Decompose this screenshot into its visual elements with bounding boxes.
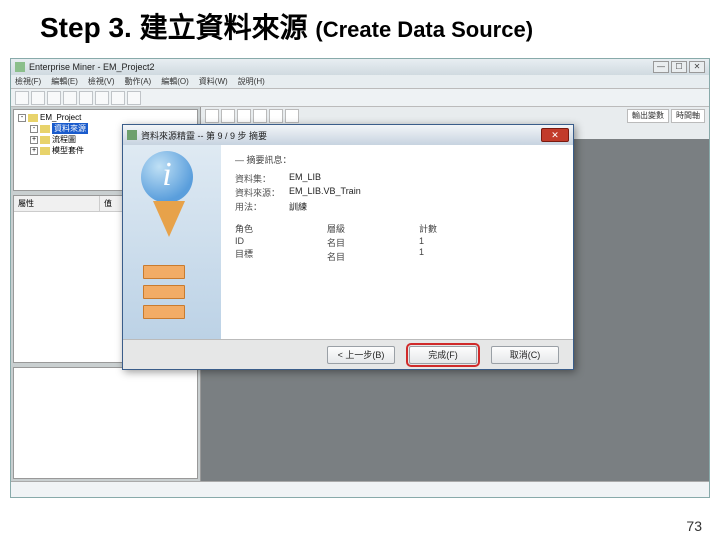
step-prefix: Step 3. [40, 12, 132, 43]
dialog-title: 資料來源精靈 -- 第 9 / 9 步 摘要 [141, 129, 267, 142]
arrow-down-icon [153, 201, 185, 237]
minimize-button[interactable]: — [653, 61, 669, 73]
menu-item[interactable]: 檢視(V) [88, 76, 115, 87]
props-col-name: 屬性 [14, 196, 100, 211]
expand-icon[interactable]: - [30, 125, 38, 133]
menu-item[interactable]: 資料(W) [199, 76, 228, 87]
canvas-toolbar-icon[interactable] [253, 109, 267, 123]
expand-icon[interactable]: + [30, 147, 38, 155]
canvas-toolbar-icon[interactable] [221, 109, 235, 123]
app-icon [15, 62, 25, 72]
canvas-toolbar: 輸出變數 時間軸 [201, 107, 709, 125]
wizard-sidebar: i [123, 145, 221, 339]
props-col-value: 值 [100, 196, 116, 211]
toolbar-icon[interactable] [95, 91, 109, 105]
page-number: 73 [686, 518, 702, 534]
cancel-button[interactable]: 取消(C) [491, 346, 559, 364]
title-cjk: 建立資料來源 [140, 13, 308, 44]
canvas-label[interactable]: 時間軸 [671, 109, 705, 123]
dialog-icon [127, 130, 137, 140]
summary-heading: — 摘要訊息： [235, 153, 563, 166]
canvas-label[interactable]: 輸出變數 [627, 109, 669, 123]
dialog-titlebar: 資料來源精靈 -- 第 9 / 9 步 摘要 ✕ [123, 125, 573, 145]
menu-item[interactable]: 檢視(F) [15, 76, 41, 87]
summary-row-source: 資料來源：EM_LIB.VB_Train [235, 186, 563, 199]
folder-icon [40, 125, 50, 133]
expand-icon[interactable]: - [18, 114, 26, 122]
titlebar: Enterprise Miner - EM_Project2 — ☐ ✕ [11, 59, 709, 75]
wizard-summary: — 摘要訊息： 資料集：EM_LIB 資料來源：EM_LIB.VB_Train … [221, 145, 573, 339]
menu-item[interactable]: 編輯(E) [51, 76, 78, 87]
menu-item[interactable]: 動作(A) [125, 76, 152, 87]
toolbar-icon[interactable] [63, 91, 77, 105]
toolbar-icon[interactable] [111, 91, 125, 105]
dialog-button-bar: < 上一步(B) 完成(F) 取消(C) [123, 339, 573, 369]
summary-row-dataset: 資料集：EM_LIB [235, 172, 563, 185]
app-toolbar [11, 89, 709, 107]
window-controls: — ☐ ✕ [653, 61, 705, 73]
summary-row-usage: 用法：訓練 [235, 200, 563, 213]
menu-item[interactable]: 說明(H) [238, 76, 265, 87]
col-count: 計數 1 1 [419, 221, 451, 264]
expand-icon[interactable]: + [30, 136, 38, 144]
folder-icon [40, 147, 50, 155]
back-button[interactable]: < 上一步(B) [327, 346, 395, 364]
toolbar-icon[interactable] [31, 91, 45, 105]
tree-label: 模型套件 [52, 145, 84, 156]
toolbar-icon[interactable] [79, 91, 93, 105]
title-en: (Create Data Source) [315, 17, 533, 42]
datasource-wizard-dialog: 資料來源精靈 -- 第 9 / 9 步 摘要 ✕ i — 摘要訊息： 資料集：E… [122, 124, 574, 370]
dialog-close-button[interactable]: ✕ [541, 128, 569, 142]
statusbar [11, 481, 709, 497]
close-button[interactable]: ✕ [689, 61, 705, 73]
menu-item[interactable]: 編輯(O) [161, 76, 189, 87]
dialog-body: i — 摘要訊息： 資料集：EM_LIB 資料來源：EM_LIB.VB_Trai… [123, 145, 573, 339]
app-title: Enterprise Miner - EM_Project2 [29, 62, 155, 72]
maximize-button[interactable]: ☐ [671, 61, 687, 73]
menubar: 檢視(F) 編輯(E) 檢視(V) 動作(A) 編輯(O) 資料(W) 說明(H… [11, 75, 709, 89]
col-role: 角色 ID 目標 [235, 221, 267, 264]
tree-label: 資料來源 [52, 123, 88, 134]
col-level: 層級 名目 名目 [327, 221, 359, 264]
toolbar-icon[interactable] [47, 91, 61, 105]
canvas-toolbar-icon[interactable] [285, 109, 299, 123]
toolbar-icon[interactable] [15, 91, 29, 105]
canvas-toolbar-icon[interactable] [237, 109, 251, 123]
finish-button[interactable]: 完成(F) [409, 346, 477, 364]
tree-label: 流程圖 [52, 134, 76, 145]
tree-root[interactable]: - EM_Project [16, 112, 195, 123]
summary-columns: 角色 ID 目標 層級 名目 名目 計數 1 1 [235, 221, 563, 264]
folder-icon [40, 136, 50, 144]
node-diagram-icon [143, 265, 185, 325]
canvas-toolbar-icon[interactable] [269, 109, 283, 123]
slide-title: Step 3. 建立資料來源 (Create Data Source) [40, 6, 533, 46]
canvas-toolbar-icon[interactable] [205, 109, 219, 123]
folder-icon [28, 114, 38, 122]
help-panel [13, 367, 198, 479]
toolbar-icon[interactable] [127, 91, 141, 105]
info-icon: i [141, 151, 193, 203]
tree-label: EM_Project [40, 113, 81, 122]
